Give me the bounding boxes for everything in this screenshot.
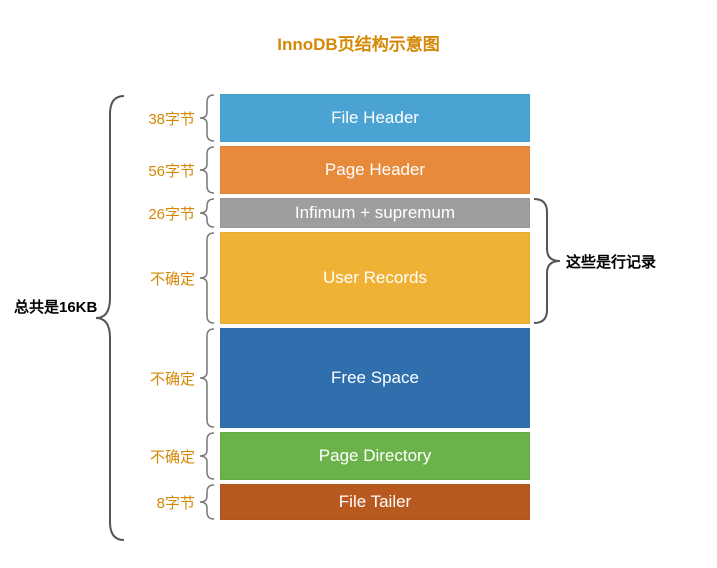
left-brace-icon xyxy=(96,94,124,542)
size-label-5: 不确定 xyxy=(140,446,195,467)
diagram-title: InnoDB页结构示意图 xyxy=(0,30,717,55)
section-block-6: File Tailer xyxy=(220,484,530,520)
section-block-1: Page Header xyxy=(220,146,530,194)
mini-brace-icon-3 xyxy=(200,232,214,324)
mini-brace-icon-1 xyxy=(200,146,214,194)
size-label-3: 不确定 xyxy=(140,268,195,289)
mini-brace-icon-2 xyxy=(200,198,214,228)
mini-brace-icon-4 xyxy=(200,328,214,428)
section-block-2: Infimum + supremum xyxy=(220,198,530,228)
section-block-0: File Header xyxy=(220,94,530,142)
mini-brace-icon-0 xyxy=(200,94,214,142)
mini-brace-icon-6 xyxy=(200,484,214,520)
section-block-3: User Records xyxy=(220,232,530,324)
size-label-1: 56字节 xyxy=(140,160,195,181)
mini-brace-icon-5 xyxy=(200,432,214,480)
row-records-label: 这些是行记录 xyxy=(566,251,656,272)
section-block-5: Page Directory xyxy=(220,432,530,480)
section-block-4: Free Space xyxy=(220,328,530,428)
right-brace-icon xyxy=(534,198,560,324)
size-label-0: 38字节 xyxy=(140,108,195,129)
total-size-label: 总共是16KB xyxy=(14,296,97,317)
size-label-4: 不确定 xyxy=(140,368,195,389)
page-structure-blocks: File HeaderPage Header Infimum + supremum… xyxy=(220,94,530,524)
size-label-2: 26字节 xyxy=(140,203,195,224)
size-label-6: 8字节 xyxy=(140,492,195,513)
